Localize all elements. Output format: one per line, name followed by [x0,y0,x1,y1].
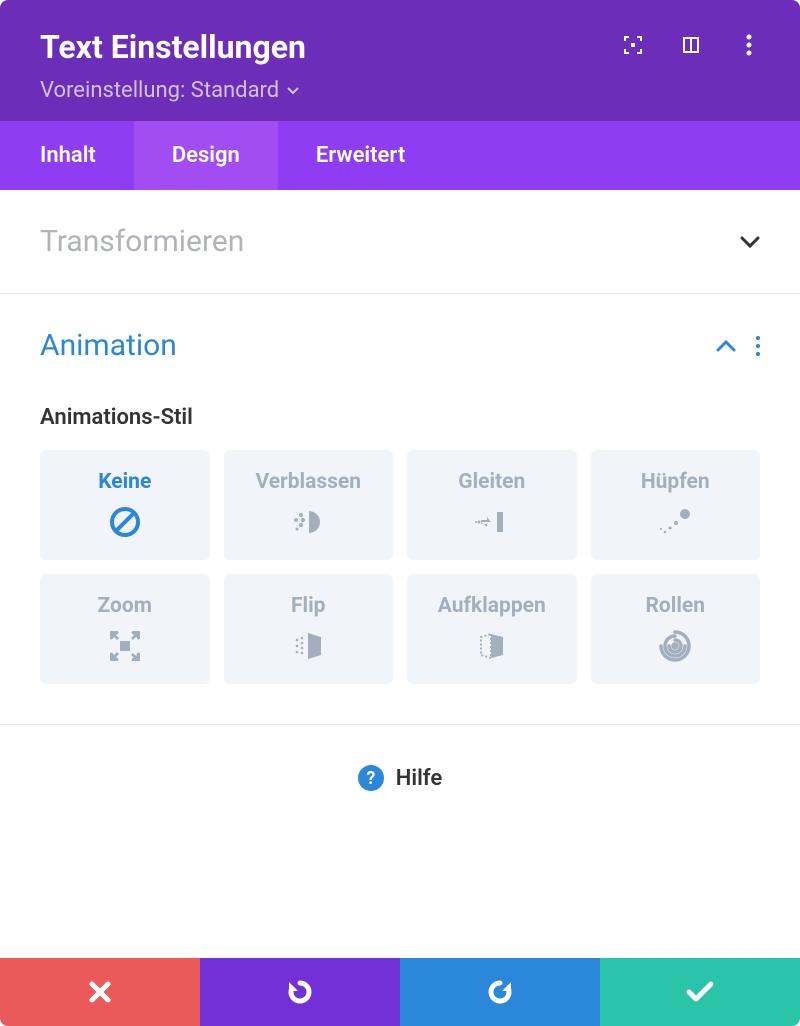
animation-option-roll[interactable]: Rollen [591,574,761,684]
animation-style-label: Animations-Stil [40,405,760,430]
settings-panel: Text Einstellungen Voreinstellung: Stand… [0,0,800,1026]
chevron-up-icon [716,336,736,356]
caret-down-icon [287,87,299,95]
undo-icon [286,978,314,1006]
tile-label: Keine [98,470,151,494]
more-icon[interactable] [738,34,760,56]
animation-grid: Keine Verblassen Gleiten [40,450,760,684]
help-button[interactable]: ? Hilfe [0,725,800,831]
animation-option-fade[interactable]: Verblassen [224,450,394,560]
animation-subsection: Animations-Stil Keine Verblassen [0,405,800,724]
columns-icon[interactable] [680,34,702,56]
undo-button[interactable] [200,958,400,1026]
section-title-transform: Transformieren [40,224,244,259]
tile-label: Hüpfen [641,470,710,494]
flip-icon [290,628,326,664]
tile-label: Zoom [98,594,152,618]
section-transform: Transformieren [0,190,800,294]
panel-header: Text Einstellungen Voreinstellung: Stand… [0,0,800,121]
redo-button[interactable] [400,958,600,1026]
header-actions [622,34,760,56]
fold-icon [474,628,510,664]
section-header-animation[interactable]: Animation [0,294,800,397]
target-icon[interactable] [622,34,644,56]
confirm-button[interactable] [600,958,800,1026]
tabs: Inhalt Design Erweitert [0,121,800,190]
tile-label: Aufklappen [438,594,546,618]
section-title-animation: Animation [40,328,177,363]
bounce-icon [657,504,693,540]
animation-option-flip[interactable]: Flip [224,574,394,684]
tab-advanced[interactable]: Erweitert [278,121,443,190]
section-header-transform[interactable]: Transformieren [0,190,800,293]
fade-icon [290,504,326,540]
animation-option-slide[interactable]: Gleiten [407,450,577,560]
panel-title: Text Einstellungen [40,28,306,66]
header-left: Text Einstellungen Voreinstellung: Stand… [40,28,306,103]
animation-option-bounce[interactable]: Hüpfen [591,450,761,560]
preset-dropdown[interactable]: Voreinstellung: Standard [40,78,306,103]
help-label: Hilfe [396,766,442,791]
slide-icon [474,504,510,540]
footer-actions [0,958,800,1026]
section-animation: Animation Animations-Stil Keine [0,294,800,725]
redo-icon [486,978,514,1006]
content-area: Transformieren Animation Animations-Stil… [0,190,800,958]
animation-option-fold[interactable]: Aufklappen [407,574,577,684]
cancel-button[interactable] [0,958,200,1026]
close-icon [88,980,112,1004]
roll-icon [657,628,693,664]
help-icon: ? [358,765,384,791]
none-icon [107,504,143,540]
animation-option-zoom[interactable]: Zoom [40,574,210,684]
zoom-icon [107,628,143,664]
tile-label: Gleiten [458,470,525,494]
tab-design[interactable]: Design [134,121,278,190]
chevron-down-icon [740,232,760,252]
tab-content[interactable]: Inhalt [0,121,134,190]
animation-option-none[interactable]: Keine [40,450,210,560]
check-icon [686,981,714,1003]
section-menu-icon[interactable] [756,336,760,356]
tile-label: Verblassen [255,470,361,494]
tile-label: Rollen [645,594,705,618]
tile-label: Flip [291,594,325,618]
preset-label: Voreinstellung: Standard [40,78,279,103]
